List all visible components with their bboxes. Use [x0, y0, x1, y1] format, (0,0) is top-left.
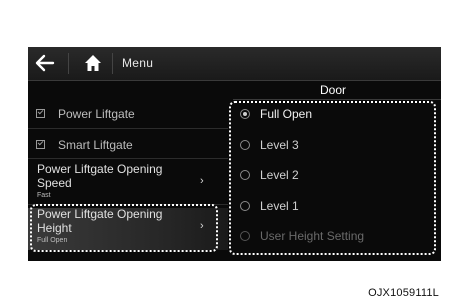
opening-speed-value: Fast: [37, 192, 51, 199]
home-icon: [85, 55, 101, 71]
home-button[interactable]: [82, 52, 104, 74]
back-button[interactable]: [34, 53, 56, 73]
list-divider: [28, 128, 228, 129]
figure-caption: OJX1059111L: [368, 287, 439, 299]
toolbar-divider: [68, 53, 69, 74]
infotainment-screen: Menu Door Power Liftgate Smart Liftgate …: [28, 47, 441, 261]
checkbox-checked-icon: [36, 140, 45, 149]
chevron-right-icon: ›: [200, 175, 204, 187]
top-bar: Menu: [28, 47, 441, 81]
highlight-frame-left: [30, 204, 218, 252]
menu-button[interactable]: Menu: [122, 56, 153, 70]
smart-liftgate-label: Smart Liftgate: [58, 138, 133, 152]
arrow-left-icon: [35, 54, 55, 72]
highlight-frame-right: [229, 101, 436, 255]
opening-speed-title-line2: Speed: [37, 176, 72, 190]
panel-title: Door: [320, 83, 347, 97]
opening-speed-title-line1: Power Liftgate Opening: [37, 162, 163, 176]
toolbar-divider: [112, 53, 113, 74]
list-divider: [28, 158, 228, 159]
power-liftgate-label: Power Liftgate: [58, 107, 135, 121]
title-underline: [233, 99, 441, 100]
checkbox-checked-icon: [36, 109, 45, 118]
